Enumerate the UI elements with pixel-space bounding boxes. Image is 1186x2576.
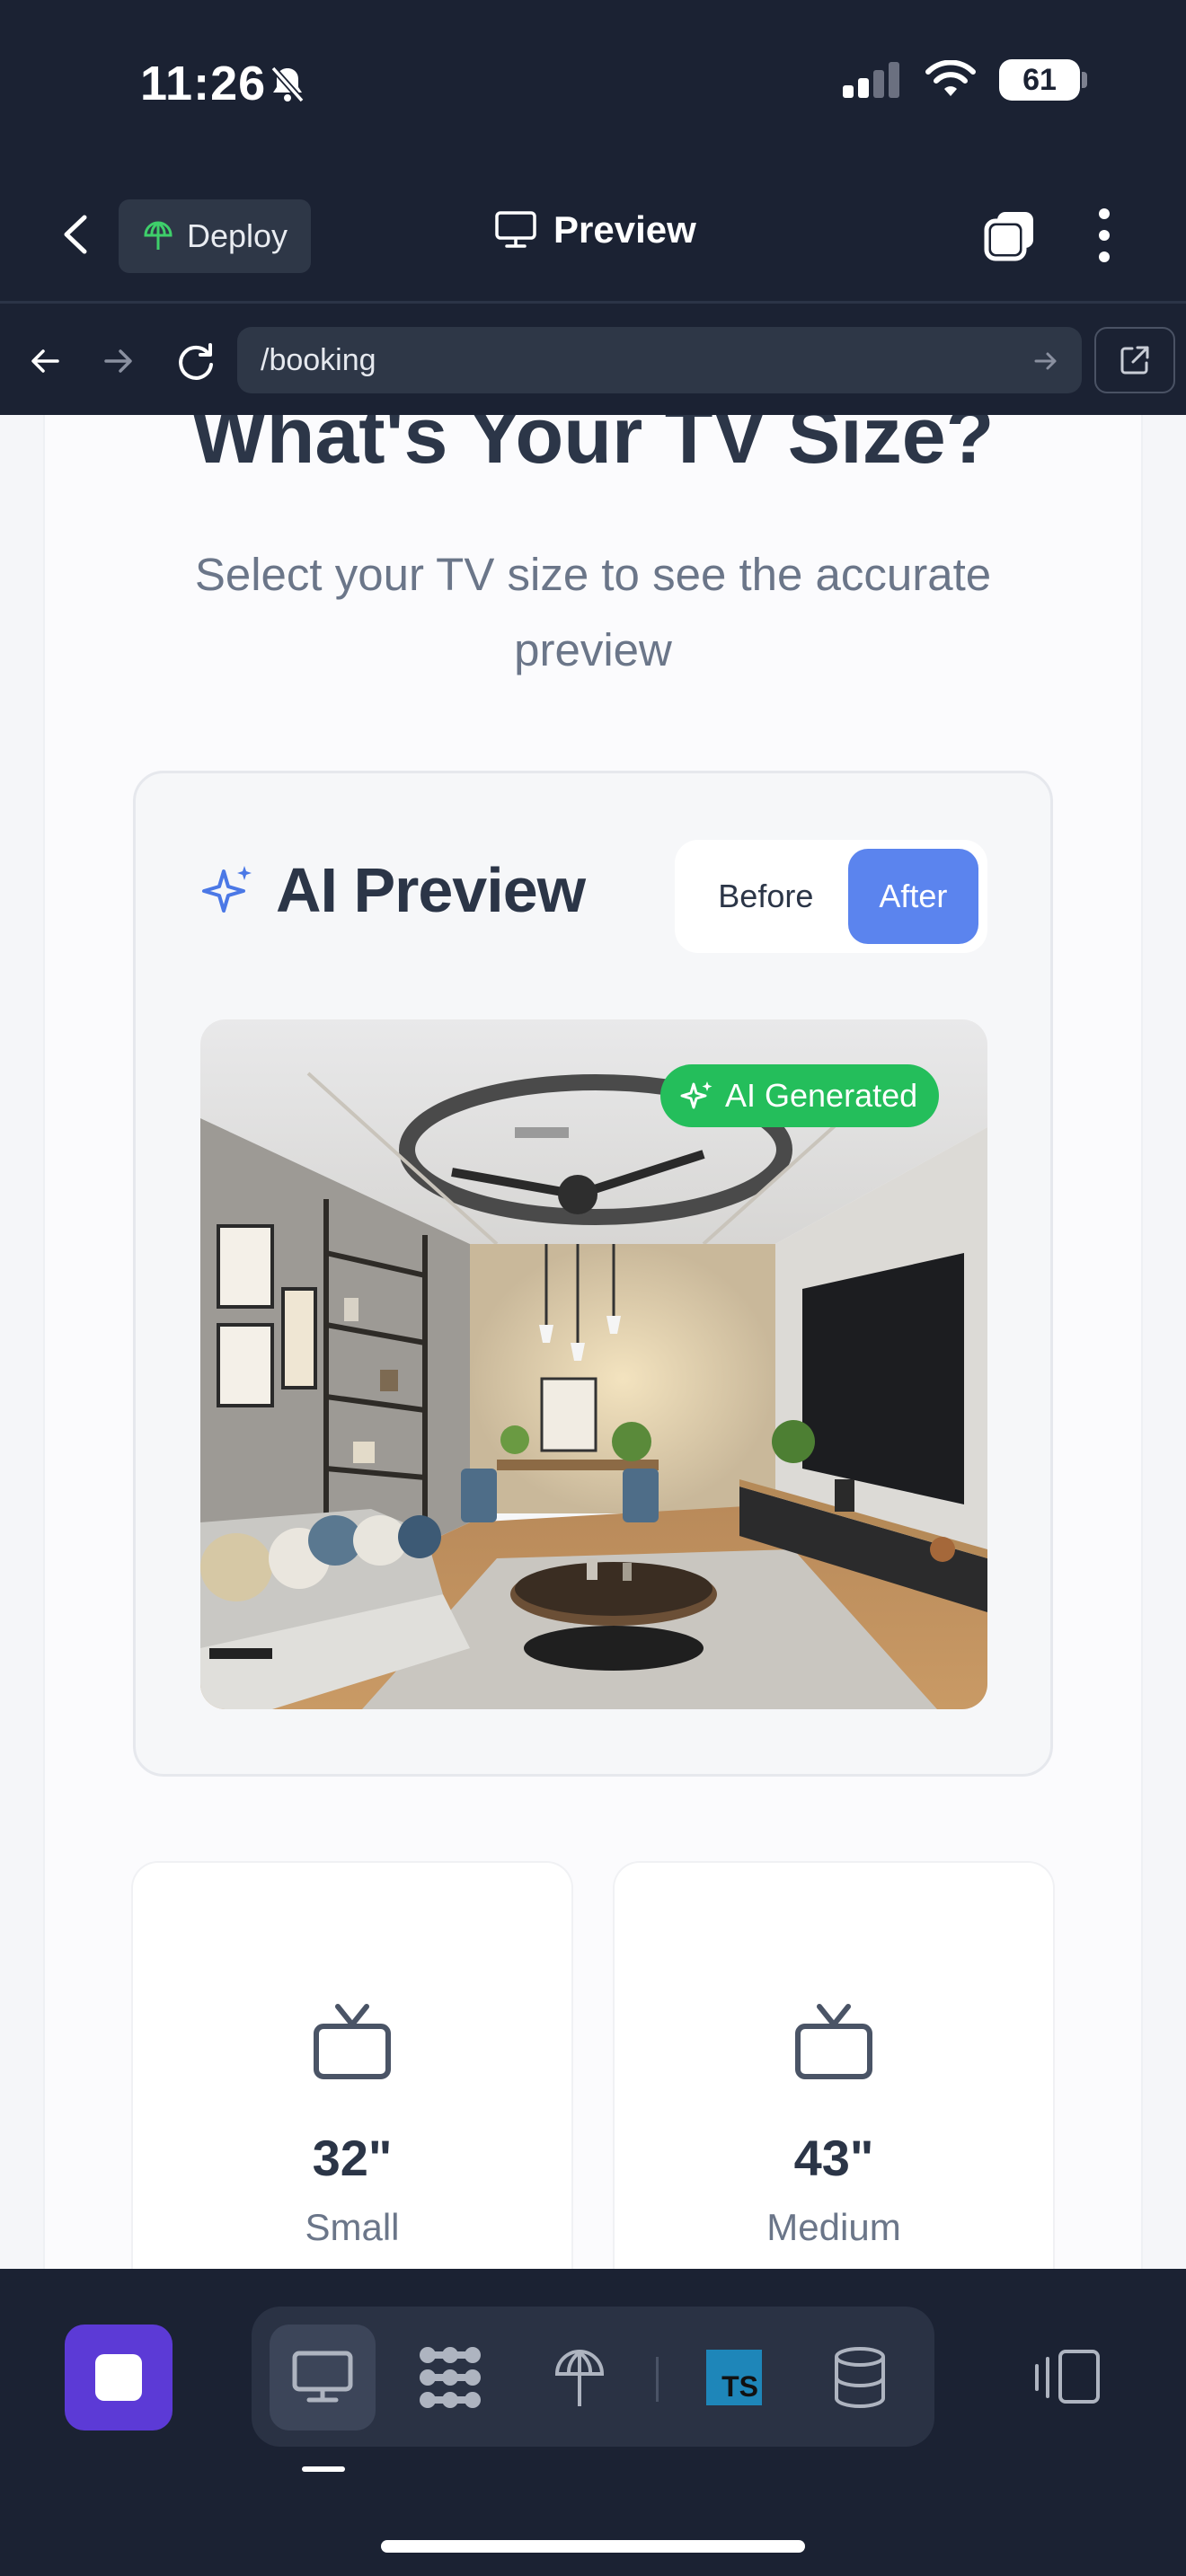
open-external-button[interactable] bbox=[1094, 327, 1175, 393]
ai-preview-title: AI Preview bbox=[276, 855, 586, 925]
go-arrow-icon[interactable] bbox=[1031, 347, 1060, 375]
room-preview-image: AI Generated bbox=[200, 1019, 987, 1709]
battery-level: 61 bbox=[1022, 62, 1057, 97]
status-time: 11:26 bbox=[140, 57, 267, 110]
tv-size-value: 43" bbox=[793, 2130, 874, 2186]
before-after-toggle: Before After bbox=[675, 840, 987, 953]
sidebar-toggle-icon[interactable] bbox=[1033, 2348, 1102, 2405]
tv-size-label: Medium bbox=[766, 2206, 901, 2248]
deploy-button[interactable]: Deploy bbox=[119, 199, 311, 273]
ai-preview-card: AI Preview Before After AI Generated bbox=[133, 771, 1053, 1777]
reload-icon[interactable] bbox=[174, 340, 217, 383]
toggle-after-button[interactable]: After bbox=[847, 849, 978, 944]
stop-button[interactable] bbox=[65, 2325, 173, 2430]
deploy-icon bbox=[554, 2350, 605, 2406]
nav-back-arrow-icon[interactable] bbox=[27, 343, 63, 379]
preview-title-label: Preview bbox=[553, 208, 696, 251]
page-title: What's Your TV Size? bbox=[191, 415, 995, 480]
url-input[interactable]: /booking bbox=[237, 327, 1082, 393]
more-menu-icon[interactable] bbox=[1094, 208, 1114, 262]
dock-tool-group: TS bbox=[252, 2307, 934, 2447]
monitor-icon bbox=[292, 2351, 353, 2403]
battery-indicator: 61 bbox=[999, 59, 1087, 101]
url-path: /booking bbox=[261, 342, 376, 377]
sparkles-icon bbox=[680, 1081, 712, 1109]
cellular-signal-icon bbox=[843, 62, 899, 98]
active-tab-indicator bbox=[302, 2466, 345, 2472]
back-chevron-icon[interactable] bbox=[56, 212, 95, 257]
dock-database-button[interactable] bbox=[807, 2325, 913, 2430]
dock-apps-button[interactable] bbox=[397, 2325, 503, 2430]
dock-deploy-button[interactable] bbox=[527, 2325, 633, 2430]
preview-title: Preview bbox=[494, 208, 696, 251]
dock-typescript-button[interactable]: TS bbox=[681, 2325, 787, 2430]
tabs-icon[interactable] bbox=[983, 208, 1037, 262]
page-subtitle: Select your TV size to see the accurate … bbox=[194, 549, 992, 675]
dock-separator bbox=[656, 2357, 659, 2402]
tv-size-card-43[interactable]: 43" Medium bbox=[615, 1863, 1053, 2269]
tv-size-card-32[interactable]: 32" Small bbox=[133, 1863, 571, 2269]
grid-dots-icon bbox=[420, 2347, 481, 2408]
ai-generated-label: AI Generated bbox=[725, 1077, 918, 1114]
stop-icon bbox=[95, 2354, 142, 2401]
tv-icon bbox=[314, 2004, 391, 2079]
battery-icon: 61 bbox=[999, 59, 1080, 101]
typescript-icon: TS bbox=[706, 2350, 762, 2405]
deploy-label: Deploy bbox=[187, 217, 288, 254]
webview: What's Your TV Size? Select your TV size… bbox=[0, 415, 1186, 2269]
external-link-icon bbox=[1120, 346, 1149, 375]
sparkles-icon bbox=[202, 866, 252, 913]
nav-forward-arrow-icon[interactable] bbox=[101, 343, 137, 379]
bell-muted-icon bbox=[270, 66, 305, 103]
home-indicator bbox=[381, 2540, 805, 2553]
tv-icon bbox=[795, 2004, 872, 2079]
toggle-before-button[interactable]: Before bbox=[684, 878, 848, 915]
tv-size-label: Small bbox=[305, 2206, 400, 2248]
ai-generated-badge: AI Generated bbox=[660, 1064, 940, 1127]
dock-preview-button[interactable] bbox=[270, 2325, 376, 2430]
wifi-icon bbox=[925, 60, 976, 96]
database-icon bbox=[835, 2347, 885, 2408]
ai-preview-header: AI Preview bbox=[200, 854, 586, 926]
status-indicators: 61 bbox=[841, 59, 1087, 101]
monitor-icon bbox=[495, 211, 536, 248]
deploy-icon bbox=[144, 221, 173, 250]
tv-size-value: 32" bbox=[312, 2130, 393, 2186]
